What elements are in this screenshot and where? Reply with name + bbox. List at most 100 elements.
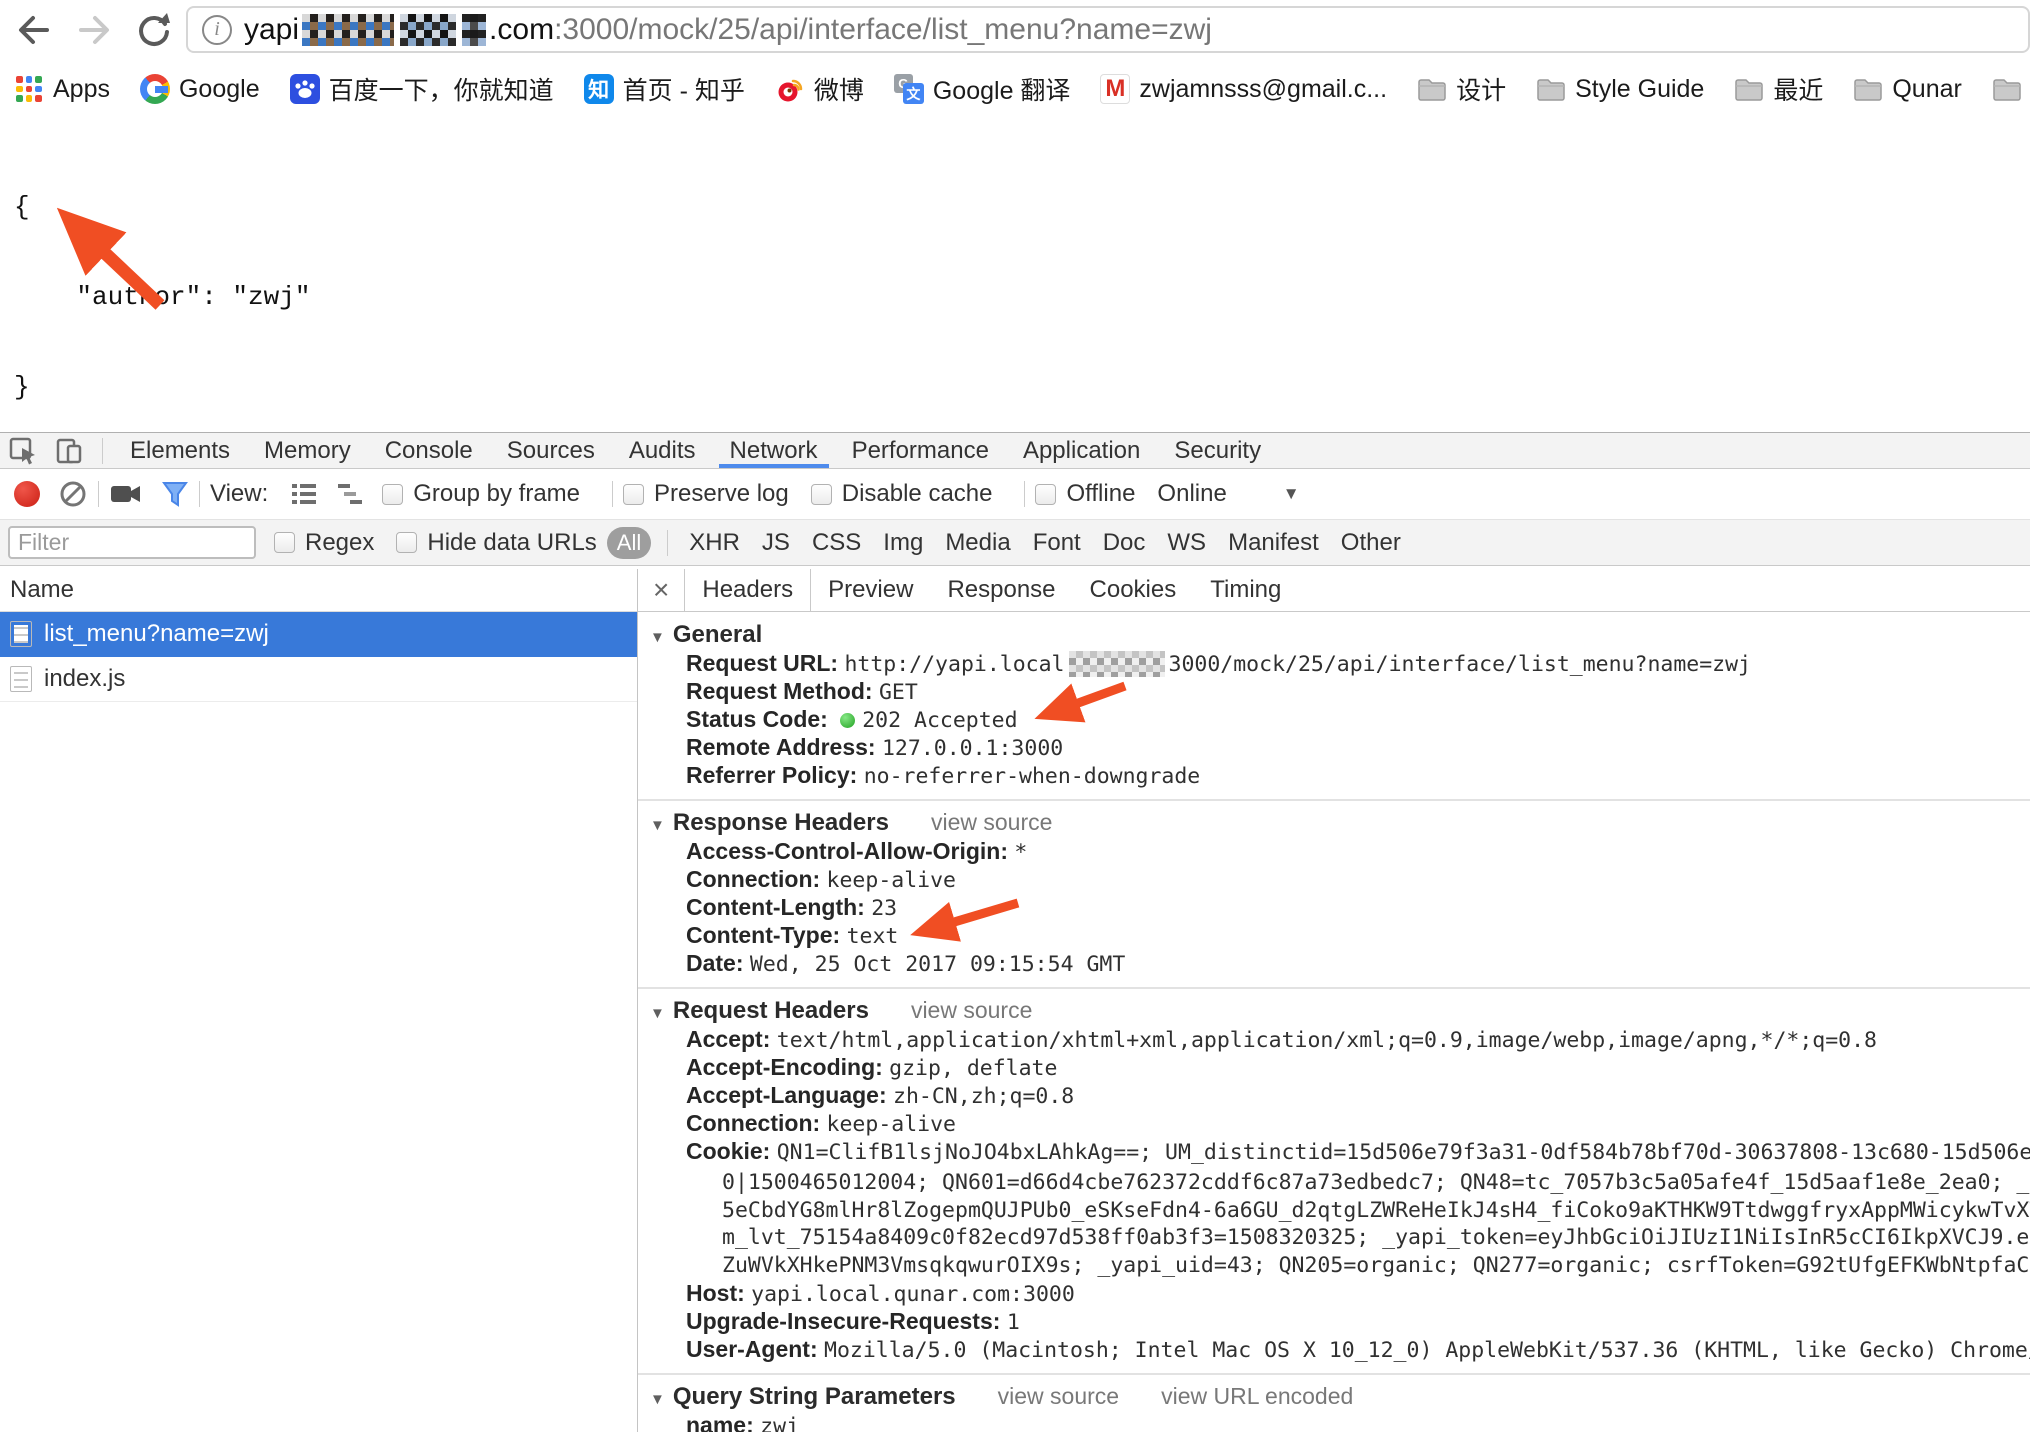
filter-type-all[interactable]: All: [607, 527, 651, 559]
filter-type-doc[interactable]: Doc: [1103, 529, 1146, 557]
bookmark-label: 最近: [1773, 71, 1823, 107]
weibo-icon: [775, 74, 805, 104]
screenshot-camera-icon[interactable]: [109, 479, 143, 509]
disclosure-triangle-icon[interactable]: ▼: [650, 629, 665, 646]
disclosure-triangle-icon[interactable]: ▼: [650, 1005, 665, 1022]
bookmark-weibo[interactable]: 微博: [775, 71, 864, 107]
filter-funnel-icon[interactable]: [161, 479, 189, 509]
section-link-view-source[interactable]: view source: [911, 997, 1032, 1024]
folder-icon: [1853, 77, 1883, 101]
header-row: Date: Wed, 25 Oct 2017 09:15:54 GMT: [650, 949, 2030, 977]
bookmark-folder[interactable]: Me: [1992, 75, 2030, 104]
disclosure-triangle-icon[interactable]: ▼: [650, 1391, 665, 1408]
bookmark-folder[interactable]: 最近: [1734, 71, 1823, 107]
filter-type-other[interactable]: Other: [1341, 529, 1401, 557]
devtools-tab-network[interactable]: Network: [713, 433, 835, 468]
detail-tab-response[interactable]: Response: [930, 569, 1072, 611]
detail-tab-cookies[interactable]: Cookies: [1073, 569, 1194, 611]
waterfall-view-icon[interactable]: [336, 481, 364, 507]
regex-checkbox[interactable]: [274, 532, 295, 553]
filter-type-ws[interactable]: WS: [1167, 529, 1206, 557]
filter-type-xhr[interactable]: XHR: [689, 529, 740, 557]
detail-tab-preview[interactable]: Preview: [811, 569, 930, 611]
name-column-header[interactable]: Name: [0, 569, 637, 612]
section-link-view-URL-encoded[interactable]: view URL encoded: [1161, 1383, 1353, 1410]
header-row: Connection: keep-alive: [650, 1109, 2030, 1137]
header-key: Request URL:: [686, 650, 844, 676]
offline-checkbox[interactable]: [1035, 484, 1056, 505]
back-button[interactable]: [14, 10, 54, 50]
baidu-icon: [290, 74, 320, 104]
devtools-tab-performance[interactable]: Performance: [835, 433, 1006, 468]
url-bar[interactable]: i yapi .com :3000/mock/25/api/interface/…: [186, 6, 2030, 53]
bookmark-baidu[interactable]: 百度一下，你就知道: [290, 71, 554, 107]
devtools-tab-memory[interactable]: Memory: [247, 433, 368, 468]
json-line: "author": "zwj": [14, 282, 310, 312]
disclosure-triangle-icon[interactable]: ▼: [650, 817, 665, 834]
bookmark-zhihu[interactable]: 知首页 - 知乎: [584, 71, 745, 107]
folder-icon: [1853, 77, 1883, 101]
page-info-icon[interactable]: i: [202, 15, 232, 45]
url-censored-block: [302, 14, 394, 46]
record-button[interactable]: [14, 481, 40, 507]
browser-toolbar: i yapi .com :3000/mock/25/api/interface/…: [0, 0, 2030, 60]
header-key: Cookie:: [686, 1138, 777, 1164]
header-row: Cookie: QN1=ClifB1lsjNoJO4bxLAhkAg==; UM…: [650, 1137, 2030, 1279]
throttling-select[interactable]: Online: [1157, 480, 1226, 508]
section-header: ▼Request Headersview source: [650, 997, 2030, 1025]
bookmark-folder[interactable]: 设计: [1417, 71, 1506, 107]
forward-button[interactable]: [74, 10, 114, 50]
devtools-tab-audits[interactable]: Audits: [612, 433, 713, 468]
detail-tab-timing[interactable]: Timing: [1193, 569, 1298, 611]
preserve-log-checkbox[interactable]: [623, 484, 644, 505]
filter-type-js[interactable]: JS: [762, 529, 790, 557]
devtools-tab-security[interactable]: Security: [1157, 433, 1278, 468]
close-icon[interactable]: ×: [638, 569, 684, 611]
header-key: Content-Type:: [686, 922, 847, 948]
detail-tab-bar: × HeadersPreviewResponseCookiesTiming: [638, 569, 2030, 612]
detail-tab-headers[interactable]: Headers: [684, 569, 811, 611]
device-toolbar-button[interactable]: [46, 433, 92, 468]
filter-input[interactable]: [8, 526, 256, 559]
section-request-headers: ▼Request Headersview sourceAccept: text/…: [638, 987, 2030, 1373]
header-value: 1: [1007, 1310, 1020, 1335]
bookmark-folder[interactable]: Qunar: [1853, 75, 1961, 104]
bookmark-translate[interactable]: G文Google 翻译: [894, 71, 1071, 107]
list-view-icon[interactable]: [290, 481, 318, 507]
bookmark-google[interactable]: Google: [140, 74, 260, 104]
filter-type-img[interactable]: Img: [883, 529, 923, 557]
reload-button[interactable]: [134, 10, 174, 50]
filter-type-css[interactable]: CSS: [812, 529, 861, 557]
filter-type-font[interactable]: Font: [1033, 529, 1081, 557]
view-label: View:: [210, 480, 268, 508]
header-value-continuation: 0|1500465012004; QN601=d66d4cbe762372cdd…: [722, 1169, 2030, 1197]
group-by-frame-checkbox[interactable]: [382, 484, 403, 505]
section-general: ▼GeneralRequest URL: http://yapi.local30…: [638, 613, 2030, 799]
header-row: Referrer Policy: no-referrer-when-downgr…: [650, 761, 2030, 789]
hide-data-urls-checkbox[interactable]: [396, 532, 417, 553]
devtools-tab-elements[interactable]: Elements: [113, 433, 247, 468]
header-key: Upgrade-Insecure-Requests:: [686, 1308, 1007, 1334]
section-link-view-source[interactable]: view source: [998, 1383, 1119, 1410]
folder-icon: [1734, 77, 1764, 101]
devtools-tab-console[interactable]: Console: [368, 433, 490, 468]
filter-type-media[interactable]: Media: [945, 529, 1010, 557]
inspect-element-button[interactable]: [0, 433, 46, 468]
bookmark-apps-grid[interactable]: Apps: [14, 74, 110, 104]
throttling-dropdown-icon[interactable]: ▼: [1283, 484, 1300, 504]
section-link-view-source[interactable]: view source: [931, 809, 1052, 836]
devtools-tab-sources[interactable]: Sources: [490, 433, 612, 468]
filter-type-manifest[interactable]: Manifest: [1228, 529, 1319, 557]
section-title: Response Headers: [673, 809, 889, 837]
clear-icon[interactable]: [58, 479, 88, 509]
request-row[interactable]: index.js: [0, 657, 637, 702]
header-row: Connection: keep-alive: [650, 865, 2030, 893]
url-site-suffix: .com: [489, 13, 554, 47]
bookmark-folder[interactable]: Style Guide: [1536, 75, 1704, 104]
header-key: Accept-Encoding:: [686, 1054, 889, 1080]
disable-cache-checkbox[interactable]: [811, 484, 832, 505]
request-row[interactable]: list_menu?name=zwj: [0, 612, 637, 657]
bookmark-gmail[interactable]: Mzwjamnsss@gmail.c...: [1100, 74, 1387, 104]
bookmark-label: 首页 - 知乎: [623, 71, 745, 107]
devtools-tab-application[interactable]: Application: [1006, 433, 1157, 468]
